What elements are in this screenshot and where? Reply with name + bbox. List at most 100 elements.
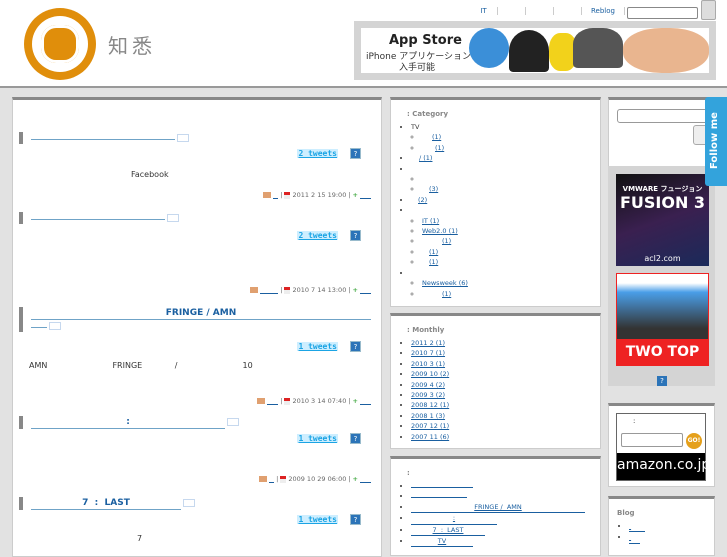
help-icon[interactable]: ? <box>657 376 667 386</box>
monthly-link[interactable]: 2007 12 (1) <box>411 422 449 430</box>
hatena-bookmark-icon[interactable] <box>167 213 179 222</box>
category-link[interactable]: (3) <box>422 185 438 193</box>
monthly-link[interactable]: 2010 7 (1) <box>411 349 445 357</box>
panel-title: Blog <box>617 509 635 517</box>
category-link[interactable]: Newsweek (6) <box>422 279 468 287</box>
blog-panel: Blog <box>608 496 715 556</box>
site-title[interactable]: 知悉 <box>108 30 156 59</box>
recent-post-link[interactable]: FRINGE / AMN <box>411 502 585 514</box>
monthly-link[interactable]: 2008 1 (3) <box>411 412 445 420</box>
post-date: 2011 2 15 19:00 <box>292 191 347 199</box>
amazon-search-input[interactable] <box>621 433 683 447</box>
monthly-link[interactable]: 2010 3 (1) <box>411 360 445 368</box>
header: 知悉 IT Reblog App Store iPhone アプリケーション 入… <box>0 0 727 88</box>
post: 2 tweets? Facebook | 2011 2 15 19:00 | + <box>19 132 375 199</box>
monthly-link[interactable]: 2009 3 (2) <box>411 391 445 399</box>
app-image <box>573 28 623 68</box>
post-body: Facebook <box>131 170 169 179</box>
nav-it[interactable]: IT <box>470 7 498 15</box>
recent-post-link[interactable] <box>411 497 467 499</box>
twitter-follow-tab[interactable]: Follow me <box>705 97 727 186</box>
calendar-icon <box>284 397 291 405</box>
post-title[interactable] <box>31 219 165 220</box>
post-title[interactable]: FRINGE / AMN <box>31 307 371 320</box>
comments-link[interactable] <box>360 192 371 199</box>
category-link[interactable]: (1) <box>422 290 451 298</box>
help-icon[interactable]: ? <box>350 514 361 525</box>
category-item: IT (1) Web2.0 (1) (1) (1) (1) <box>411 205 600 267</box>
panel-title: : <box>407 469 410 477</box>
hatena-bookmark-icon[interactable] <box>177 133 189 142</box>
site-logo[interactable] <box>24 8 96 80</box>
monthly-link[interactable]: 2009 4 (2) <box>411 381 445 389</box>
search-input[interactable] <box>627 7 698 19</box>
sidebar-search-input[interactable] <box>617 109 709 123</box>
nav-item[interactable] <box>498 7 526 15</box>
two-top-ad[interactable]: TWO TOP <box>616 273 709 366</box>
comments-link[interactable] <box>360 287 371 294</box>
category-link[interactable]: / (1) <box>411 154 432 162</box>
recent-post-link[interactable]: 7 : LAST <box>411 525 485 537</box>
hatena-bookmark-icon[interactable] <box>227 417 239 426</box>
help-icon[interactable]: ? <box>350 230 361 241</box>
comment-icon: + <box>352 191 358 199</box>
category-link[interactable] <box>260 287 279 294</box>
comments-link[interactable] <box>360 398 371 405</box>
tweets-count[interactable]: 2 tweets <box>297 149 338 158</box>
post-title[interactable]: : <box>31 416 225 429</box>
calendar-icon <box>280 475 287 483</box>
search-button[interactable] <box>701 0 716 20</box>
category-link[interactable]: (1) <box>422 144 444 152</box>
blog-link[interactable] <box>629 532 640 544</box>
tweets-count[interactable]: 1 tweets <box>297 342 338 351</box>
tweets-count[interactable]: 2 tweets <box>297 231 338 240</box>
post-date: 2010 3 14 07:40 <box>292 397 347 405</box>
category-link[interactable] <box>267 398 279 405</box>
post-title[interactable] <box>31 139 175 140</box>
recent-post-link[interactable] <box>411 487 473 488</box>
category-link[interactable]: (1) <box>422 133 441 141</box>
category-link[interactable]: (1) <box>422 258 438 266</box>
hatena-bookmark-icon[interactable] <box>183 498 195 507</box>
category-link[interactable]: Web2.0 (1) <box>422 227 458 235</box>
post: : 1 tweets? | 2009 10 29 06:00 | + <box>19 416 375 483</box>
amazon-logo[interactable]: amazon.co.jp <box>617 453 710 480</box>
category-link[interactable] <box>269 476 275 483</box>
category-link[interactable] <box>273 192 279 199</box>
tweets-count[interactable]: 1 tweets <box>297 515 338 524</box>
comments-link[interactable] <box>360 476 371 483</box>
calendar-icon <box>284 191 291 199</box>
tweets-count[interactable]: 1 tweets <box>297 434 338 443</box>
post: 7 : LAST 1 tweets? 7 <box>19 497 375 543</box>
comment-icon: + <box>352 397 358 405</box>
category-link[interactable]: (1) <box>422 237 451 245</box>
recent-post-link[interactable]: TV <box>411 536 473 548</box>
category-link[interactable]: IT (1) <box>422 217 439 225</box>
hatena-bookmark-icon[interactable] <box>49 321 61 330</box>
help-icon[interactable]: ? <box>350 341 361 352</box>
help-icon[interactable]: ? <box>350 148 361 159</box>
monthly-link[interactable]: 2011 2 (1) <box>411 339 445 347</box>
recent-post-link[interactable]: : <box>411 513 497 525</box>
folder-icon <box>263 192 272 198</box>
comment-icon: + <box>352 286 358 294</box>
app-store-banner[interactable]: App Store iPhone アプリケーション 入手可能 <box>354 21 716 80</box>
amazon-go-button[interactable]: GO! <box>686 433 702 449</box>
folder-icon <box>257 398 266 404</box>
nav-item[interactable] <box>554 7 582 15</box>
nav-item[interactable] <box>526 7 554 15</box>
category-link[interactable]: (2) <box>411 196 427 204</box>
monthly-link[interactable]: 2009 10 (2) <box>411 370 449 378</box>
monthly-link[interactable]: 2008 12 (1) <box>411 401 449 409</box>
blog-link[interactable] <box>629 521 645 533</box>
nav-reblog[interactable]: Reblog <box>582 7 625 15</box>
category-link[interactable]: (1) <box>422 248 438 256</box>
monthly-link[interactable]: 2007 11 (6) <box>411 433 449 441</box>
category-item: Newsweek (6) (1) <box>411 268 600 299</box>
panel-title: : Monthly <box>407 326 445 334</box>
post-title[interactable]: 7 : LAST <box>31 497 181 510</box>
help-icon[interactable]: ? <box>350 433 361 444</box>
calendar-icon <box>284 286 291 294</box>
post-title-cont[interactable] <box>31 327 47 328</box>
vmware-fusion-ad[interactable]: VMWARE フュージョン FUSION 3 acl2.com <box>616 174 709 266</box>
